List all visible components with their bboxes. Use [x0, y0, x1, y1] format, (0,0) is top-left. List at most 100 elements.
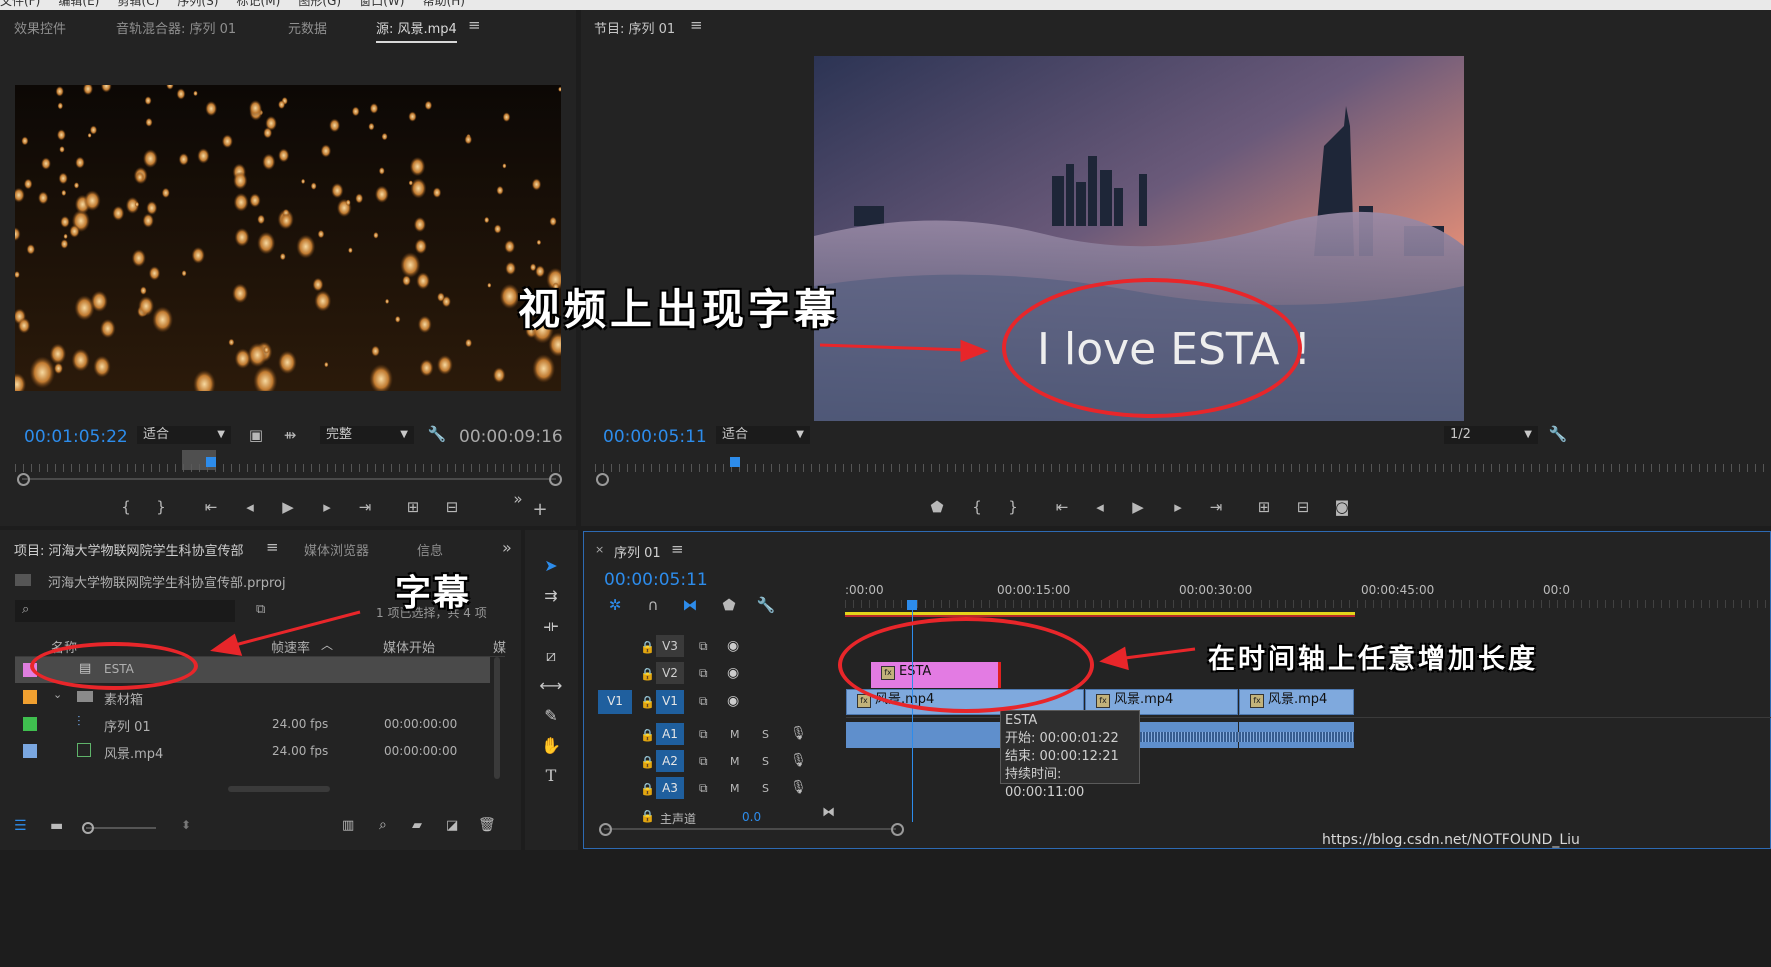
sort-icon[interactable]: ⬍ — [181, 818, 191, 832]
mark-in-icon[interactable]: { — [115, 498, 137, 516]
source-patch-v1[interactable]: V1 — [598, 690, 632, 714]
lock-icon[interactable]: 🔒 — [640, 809, 655, 823]
find-icon[interactable]: ⌕ — [379, 817, 387, 833]
pen-tool-icon[interactable]: ✎ — [538, 706, 564, 725]
source-zoom-select[interactable]: 适合 ▼ — [137, 426, 231, 444]
list-view-icon[interactable]: ☰ — [14, 818, 27, 834]
sync-lock-icon[interactable]: ⧉ — [699, 694, 708, 709]
menu-help[interactable]: 帮助(H) — [423, 0, 465, 9]
scroll-handle-left[interactable] — [596, 473, 609, 486]
step-back-icon[interactable]: ◂ — [1089, 498, 1111, 516]
play-icon[interactable]: ▶ — [1127, 498, 1149, 516]
go-to-out-icon[interactable]: ⇥ — [354, 498, 376, 516]
tab-program[interactable]: 节目: 序列 01 — [594, 18, 675, 37]
wrench-icon[interactable]: 🔧 — [426, 425, 448, 443]
panel-menu-icon[interactable]: ≡ — [266, 538, 279, 556]
tab-sequence[interactable]: 序列 01 — [614, 542, 661, 561]
sync-lock-icon[interactable]: ⧉ — [699, 754, 708, 769]
track-select-tool-icon[interactable]: ⇉ — [538, 586, 564, 605]
linked-selection-icon[interactable]: ⧓ — [679, 596, 701, 614]
microphone-icon[interactable]: 🎙 — [790, 780, 807, 795]
track-a3[interactable]: A3 — [656, 777, 684, 799]
go-to-in-icon[interactable]: ⇤ — [1051, 498, 1073, 516]
video-clip[interactable]: fx 风景.mp4 — [1239, 689, 1354, 715]
menu-file[interactable]: 文件(F) — [0, 0, 40, 9]
track-v1[interactable]: V1 — [656, 690, 684, 714]
program-zoom-select[interactable]: 适合 ▼ — [716, 426, 810, 444]
menu-clip[interactable]: 剪辑(C) — [118, 0, 160, 9]
timeline-timecode[interactable]: 00:00:05:11 — [604, 570, 708, 590]
sort-ascending-icon[interactable]: ︿ — [321, 636, 333, 653]
panel-menu-icon[interactable]: ≡ — [671, 540, 684, 558]
source-playhead[interactable] — [206, 457, 216, 467]
extract-icon[interactable]: ⊟ — [1292, 498, 1314, 516]
go-to-out-icon[interactable]: ⇥ — [1205, 498, 1227, 516]
tab-effect-controls[interactable]: 效果控件 — [14, 18, 66, 37]
lock-icon[interactable]: 🔒 — [640, 755, 655, 769]
track-v3[interactable]: V3 — [656, 635, 684, 657]
close-icon[interactable]: × — [595, 543, 604, 556]
panel-menu-icon[interactable]: ≡ — [468, 16, 481, 34]
panel-menu-icon[interactable]: ≡ — [690, 16, 703, 34]
track-a2[interactable]: A2 — [656, 750, 684, 772]
nest-icon[interactable]: ✲ — [604, 596, 626, 614]
track-v2[interactable]: V2 — [656, 662, 684, 684]
microphone-icon[interactable]: 🎙 — [790, 726, 807, 741]
go-to-end-icon[interactable]: ⧓ — [822, 805, 835, 820]
more-controls-icon[interactable]: » — [507, 490, 529, 508]
tab-source[interactable]: 源: 风景.mp4 — [376, 18, 457, 43]
program-playhead-timecode[interactable]: 00:00:05:11 — [603, 427, 707, 447]
go-to-in-icon[interactable]: ⇤ — [200, 498, 222, 516]
column-media-truncated[interactable]: 媒 — [493, 637, 506, 656]
sync-lock-icon[interactable]: ⧉ — [699, 666, 708, 681]
lock-icon[interactable]: 🔒 — [640, 782, 655, 796]
lock-icon[interactable]: 🔒 — [640, 667, 655, 681]
wrench-icon[interactable]: 🔧 — [755, 596, 777, 614]
menu-window[interactable]: 窗口(W) — [359, 0, 404, 9]
chevron-down-icon[interactable]: ⌄ — [53, 688, 62, 701]
menu-edit[interactable]: 编辑(E) — [58, 0, 99, 9]
lock-icon[interactable]: 🔒 — [640, 640, 655, 654]
step-forward-icon[interactable]: ▸ — [316, 498, 338, 516]
play-icon[interactable]: ▶ — [277, 498, 299, 516]
program-time-ruler[interactable] — [595, 464, 1765, 472]
lock-icon[interactable]: 🔒 — [640, 728, 655, 742]
menu-sequence[interactable]: 序列(S) — [177, 0, 218, 9]
timeline-zoom-scrollbar[interactable] — [604, 828, 896, 830]
add-button-icon[interactable]: + — [529, 499, 551, 520]
mark-out-icon[interactable]: } — [1002, 498, 1024, 516]
program-resolution-select[interactable]: 1/2 ▼ — [1444, 426, 1538, 444]
eye-icon[interactable]: ◉ — [727, 638, 739, 654]
insert-icon[interactable]: ⊞ — [402, 498, 424, 516]
sync-lock-icon[interactable]: ⧉ — [699, 781, 708, 796]
mark-in-icon[interactable]: { — [966, 498, 988, 516]
overwrite-icon[interactable]: ⊟ — [441, 498, 463, 516]
scroll-handle-left[interactable] — [17, 473, 30, 486]
source-scrollbar[interactable] — [22, 478, 556, 480]
step-back-icon[interactable]: ◂ — [239, 498, 261, 516]
ripple-edit-tool-icon[interactable]: ⟛ — [538, 616, 564, 636]
hand-tool-icon[interactable]: ✋ — [538, 736, 564, 755]
eye-icon[interactable]: ◉ — [727, 693, 739, 709]
menu-marker[interactable]: 标记(M) — [237, 0, 281, 9]
solo-icon[interactable]: S — [762, 782, 769, 795]
tab-info[interactable]: 信息 — [417, 540, 443, 559]
step-forward-icon[interactable]: ▸ — [1167, 498, 1189, 516]
zoom-slider-handle[interactable] — [82, 822, 94, 834]
safe-margins-icon[interactable]: ▣ — [245, 426, 267, 444]
project-vertical-scrollbar[interactable] — [494, 657, 500, 779]
add-marker-icon[interactable]: ⬟ — [926, 498, 948, 516]
source-playhead-timecode[interactable]: 00:01:05:22 — [24, 427, 128, 447]
program-playhead[interactable] — [730, 457, 740, 467]
lift-icon[interactable]: ⊞ — [1253, 498, 1275, 516]
camera-icon[interactable]: ◙ — [1331, 498, 1353, 516]
zoom-slider[interactable] — [86, 827, 156, 829]
scroll-handle-right[interactable] — [549, 473, 562, 486]
mark-out-icon[interactable]: } — [150, 498, 172, 516]
mute-icon[interactable]: M — [730, 728, 740, 741]
microphone-icon[interactable]: 🎙 — [790, 753, 807, 768]
more-tabs-icon[interactable]: » — [502, 538, 512, 557]
project-horizontal-scrollbar[interactable] — [228, 786, 330, 792]
new-item-icon[interactable]: ◪ — [446, 818, 458, 833]
slip-tool-icon[interactable]: ⟷ — [538, 676, 564, 695]
